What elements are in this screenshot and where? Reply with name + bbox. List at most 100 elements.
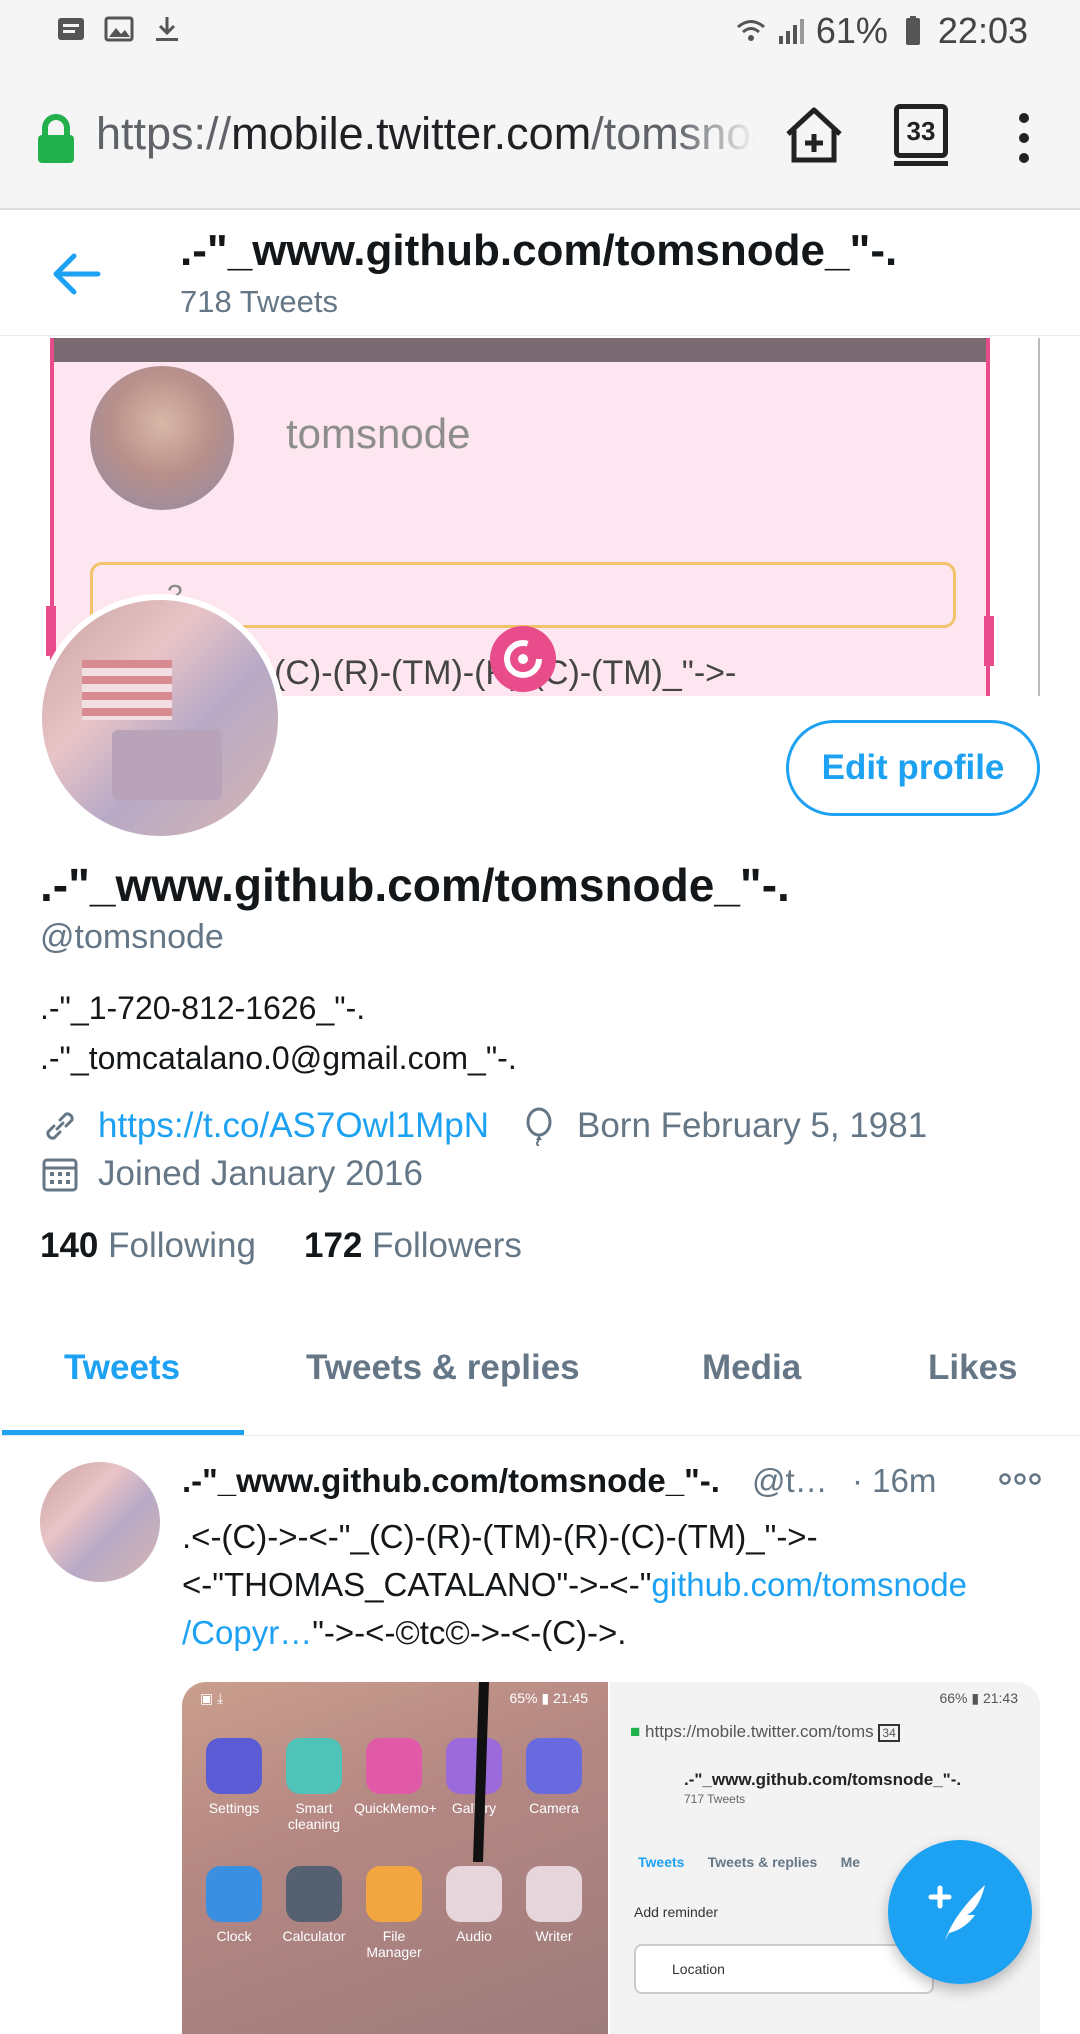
tweet-avatar[interactable] — [40, 1462, 160, 1582]
profile-birthday: Born February 5, 1981 — [576, 1106, 928, 1145]
avatar-flag — [82, 660, 172, 720]
back-arrow-icon[interactable] — [48, 250, 104, 298]
home-icon[interactable] — [782, 104, 846, 168]
profile-link[interactable]: https://t.co/AS7Owl1MpN — [98, 1106, 489, 1146]
tweet-text-line-2: <-"THOMAS_CATALANO"->-<-"github.com/toms… — [182, 1566, 967, 1604]
media-url: ■ https://mobile.twitter.com/toms 34 — [630, 1722, 900, 1742]
media-status-left: 65% ▮ 21:45 — [509, 1690, 588, 1706]
avatar-card — [112, 730, 222, 800]
avatar[interactable] — [36, 594, 284, 842]
app-label: Audio — [456, 1928, 492, 1944]
app-label: Smart cleaning — [287, 1800, 341, 1832]
bio-line-phone: .-"_1-720-812-1626_"-. — [40, 990, 366, 1026]
tab-tweets-replies[interactable]: Tweets & replies — [306, 1348, 580, 1388]
lock-icon — [38, 114, 74, 163]
link-icon — [46, 1112, 74, 1140]
edit-profile-button[interactable]: Edit profile — [786, 720, 1040, 816]
app-camera: Camera — [514, 1738, 594, 1816]
image-icon — [104, 16, 134, 42]
tab-switcher-button[interactable]: 33 — [894, 104, 948, 166]
wifi-icon — [736, 20, 765, 41]
app-label: Clock — [216, 1928, 252, 1944]
followers-label: Followers — [372, 1226, 522, 1265]
url-path: /tomsnode — [591, 108, 756, 159]
scribble-mark — [473, 1682, 489, 1862]
app-label: Settings — [208, 1800, 260, 1816]
app-label: File Manager — [366, 1928, 422, 1960]
following-count: 140 — [40, 1226, 99, 1265]
tweet-text-line-3: /Copyr…"->-<-©tc©->-<-(C)->. — [182, 1614, 626, 1652]
banner-name: tomsnode — [286, 410, 471, 457]
media-tab-count: 34 — [878, 1724, 900, 1742]
media-title: .-"_www.github.com/tomsnode_"-. — [684, 1770, 962, 1789]
media-tab: Tweets & replies — [707, 1854, 818, 1870]
url-scheme: https:// — [96, 108, 232, 159]
media-tabs: Tweets Tweets & replies Me — [638, 1854, 860, 1870]
app-label: QuickMemo+ — [354, 1800, 437, 1816]
banner-top-strip — [54, 338, 986, 362]
calendar-icon — [42, 1158, 78, 1192]
app-label: Camera — [529, 1800, 579, 1816]
compose-icon — [928, 1885, 985, 1941]
followers-link[interactable]: 172 Followers — [304, 1226, 522, 1266]
compose-button[interactable] — [888, 1840, 1032, 1984]
tweet-count: 718 Tweets — [180, 284, 338, 319]
tweet-author-name[interactable]: .-"_www.github.com/tomsnode_"-. — [182, 1462, 720, 1500]
browser-toolbar: https://mobile.twitter.com/tomsnode 33 — [0, 64, 1080, 210]
tweet-text-segment: <-"THOMAS_CATALANO"->-<-" — [182, 1566, 652, 1603]
tab-active-indicator — [2, 1430, 244, 1435]
profile-tabs: Tweets Tweets & replies Media Likes — [0, 1322, 1080, 1436]
app-clock: Clock — [194, 1866, 274, 1944]
tweet-text-line-1: .<-(C)->-<-"_(C)-(R)-(TM)-(R)-(C)-(TM)_"… — [182, 1518, 818, 1555]
app-audio: Audio — [434, 1866, 514, 1944]
app-calculator: Calculator — [274, 1866, 354, 1944]
more-vert-icon[interactable] — [1014, 112, 1034, 164]
download-icon — [156, 17, 178, 41]
follow-stats: 140 Following 172 Followers — [40, 1226, 522, 1266]
battery-percent: 61% — [815, 10, 888, 51]
followers-count: 172 — [304, 1226, 363, 1265]
tab-media[interactable]: Media — [702, 1348, 801, 1388]
profile-handle: @tomsnode — [40, 918, 224, 956]
meta-row-2: Joined January 2016 — [40, 1154, 423, 1194]
more-horiz-icon[interactable] — [998, 1472, 1042, 1486]
crop-handle-right — [984, 616, 994, 666]
tweet-link-continued[interactable]: /Copyr… — [182, 1614, 312, 1651]
notification-icon — [58, 18, 84, 40]
media-tab: Tweets — [638, 1854, 685, 1870]
tweet-text-segment: "->-<-©tc©->-<-(C)->. — [312, 1614, 627, 1651]
tweet-time: · 16m — [852, 1462, 937, 1499]
tab-tweets[interactable]: Tweets — [64, 1348, 180, 1388]
media-location: Location — [634, 1944, 934, 1994]
rotate-icon — [490, 626, 556, 692]
tweet-link[interactable]: github.com/tomsnode — [651, 1566, 967, 1603]
app-label: Writer — [535, 1928, 573, 1944]
app-quickmemo: QuickMemo+ — [354, 1738, 437, 1816]
crop-handle-left — [46, 606, 56, 656]
app-writer: Writer — [514, 1866, 594, 1944]
meta-row-1: https://t.co/AS7Owl1MpN Born February 5,… — [40, 1106, 927, 1146]
url-field[interactable]: https://mobile.twitter.com/tomsnode — [96, 108, 756, 160]
app-file-manager: File Manager — [354, 1866, 434, 1960]
tweet-author-handle: @t… — [752, 1462, 828, 1499]
tweet-header: .-"_www.github.com/tomsnode_"-. @t… · 16… — [182, 1462, 1052, 1510]
page-title: .-"_www.github.com/tomsnode_"-. — [180, 226, 898, 275]
profile-joined: Joined January 2016 — [98, 1154, 423, 1193]
media-tab: Me — [840, 1854, 861, 1870]
app-settings: Settings — [194, 1738, 274, 1816]
balloon-icon — [526, 1107, 552, 1146]
following-link[interactable]: 140 Following — [40, 1226, 256, 1266]
media-sub: 717 Tweets — [684, 1792, 746, 1806]
signal-icon — [778, 19, 804, 44]
tab-likes[interactable]: Likes — [928, 1348, 1018, 1388]
media-status-right: 66% ▮ 21:43 — [939, 1690, 1018, 1706]
profile-header-bar: .-"_www.github.com/tomsnode_"-. 718 Twee… — [0, 212, 1080, 336]
media-url-text: https://mobile.twitter.com/toms — [645, 1722, 874, 1741]
media-reminder: Add reminder — [634, 1904, 719, 1920]
media-image-left: ▣ ⤓ 65% ▮ 21:45 Settings Smart cleaning … — [182, 1682, 608, 2034]
status-bar: 61% 22:03 — [0, 0, 1080, 64]
app-smart-cleaning: Smart cleaning — [274, 1738, 354, 1832]
banner-photo — [90, 366, 234, 510]
battery-icon — [905, 16, 920, 45]
profile-name: .-"_www.github.com/tomsnode_"-. — [40, 859, 790, 911]
